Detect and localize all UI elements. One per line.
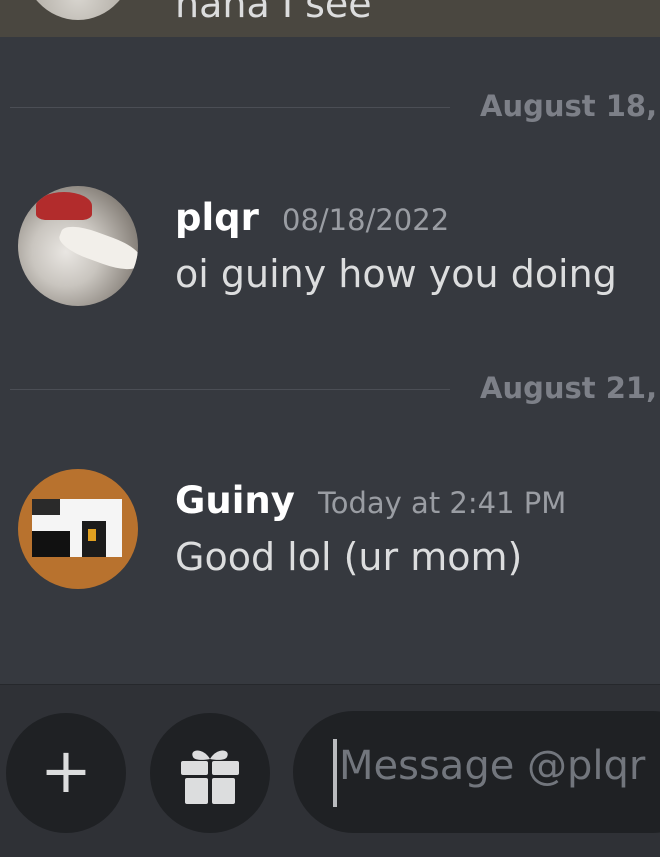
avatar[interactable]	[18, 186, 138, 306]
timestamp: Today at 2:41 PM	[317, 486, 567, 520]
text-caret	[333, 739, 337, 807]
dm-chat-screen: haha I see August 18, 2 plqr 08/18/2022 …	[0, 0, 660, 857]
previous-message-highlight[interactable]: haha I see	[0, 0, 660, 37]
avatar-art	[55, 220, 138, 276]
divider-date: August 21, 2	[480, 371, 660, 405]
message-header: plqr 08/18/2022	[175, 196, 449, 239]
message-input[interactable]: Message @plqr	[293, 711, 660, 833]
gift-icon	[181, 750, 239, 804]
message-text: oi guiny how you doing	[175, 252, 617, 296]
divider-date: August 18, 2	[480, 89, 660, 123]
avatar-art	[88, 529, 96, 541]
avatar-art	[32, 499, 60, 515]
username[interactable]: Guiny	[175, 479, 295, 522]
avatar[interactable]	[22, 0, 134, 20]
divider-line	[10, 389, 450, 390]
date-divider: August 18, 2	[10, 89, 660, 129]
add-attachment-button[interactable]: +	[6, 713, 126, 833]
avatar[interactable]	[18, 469, 138, 589]
timestamp: 08/18/2022	[282, 203, 450, 237]
message-item[interactable]: plqr 08/18/2022 oi guiny how you doing	[0, 186, 660, 316]
avatar-art	[36, 192, 92, 220]
message-input-placeholder: Message @plqr	[339, 743, 646, 789]
message-composer: + Message @plqr	[0, 684, 660, 857]
previous-message-text: haha I see	[175, 0, 372, 26]
message-item[interactable]: Guiny Today at 2:41 PM Good lol (ur mom)	[0, 469, 660, 599]
plus-icon: +	[40, 734, 92, 807]
date-divider: August 21, 2	[10, 371, 660, 411]
avatar-art	[32, 531, 70, 557]
username[interactable]: plqr	[175, 196, 259, 239]
message-header: Guiny Today at 2:41 PM	[175, 479, 566, 522]
message-text: Good lol (ur mom)	[175, 535, 523, 579]
divider-line	[10, 107, 450, 108]
gift-button[interactable]	[150, 713, 270, 833]
